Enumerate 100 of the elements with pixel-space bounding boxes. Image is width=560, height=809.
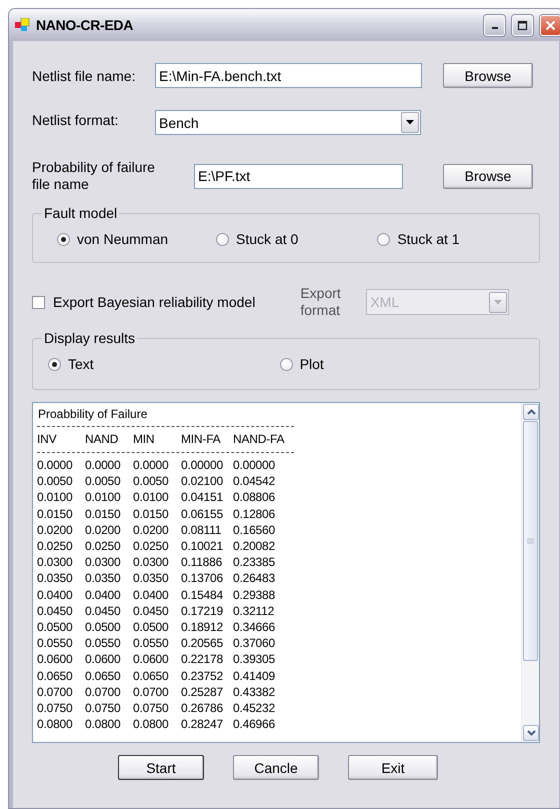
table-cell-text: 0.06155: [181, 506, 224, 522]
radio-label: Stuck at 1: [397, 231, 460, 247]
table-cell-text: 0.17219: [181, 602, 224, 620]
table-cell-text: 0.0450: [85, 602, 122, 620]
radio-button[interactable]: [48, 358, 61, 370]
window-title: NANO-CR-EDA: [36, 17, 134, 33]
input-field[interactable]: E:\PF.txt: [194, 164, 403, 188]
table-cell-text: 0.0000: [85, 457, 122, 474]
table-cell-text: 0.0700: [85, 684, 122, 700]
table-cell-text: 0.0300: [133, 554, 170, 570]
table-cell-text: 0.22178: [181, 651, 224, 668]
table-cell-text: 0.0800: [85, 716, 122, 732]
table-cell-text: 0.0600: [85, 651, 122, 668]
radio-button[interactable]: [216, 232, 230, 246]
radio-button[interactable]: [280, 358, 293, 370]
table-cell-text: 0.0450: [133, 602, 170, 620]
table-cell-text: 0.26483: [233, 570, 276, 587]
column-header: NAND-FA: [233, 431, 286, 447]
table-cell-text: 0.0050: [85, 473, 122, 490]
radio-button[interactable]: [57, 232, 70, 246]
table-cell-text: 0.43382: [233, 684, 276, 700]
table-cell-text: 0.0500: [133, 619, 170, 636]
exit-button[interactable]: Exit: [348, 755, 438, 780]
table-cell-text: 0.34666: [233, 619, 276, 636]
table-cell-text: 0.0250: [85, 538, 122, 554]
table-cell-text: 0.0550: [37, 635, 74, 652]
table-cell-text: 0.0000: [133, 457, 170, 474]
table-cell-text: 0.45232: [233, 700, 276, 716]
table-cell-text: 0.0200: [37, 522, 74, 538]
table-cell-text: 0.11886: [181, 554, 224, 570]
scroll-down-icon[interactable]: [523, 725, 539, 741]
table-cell-text: 0.0100: [85, 489, 122, 506]
table-cell-text: 0.0700: [37, 684, 74, 700]
table-cell-text: 0.18912: [181, 619, 224, 636]
table-cell-text: 0.46966: [233, 716, 276, 732]
table-cell-text: 0.0150: [85, 506, 122, 522]
table-cell-text: 0.28247: [181, 716, 224, 732]
table-cell-text: 0.0100: [37, 489, 74, 506]
table-cell-text: 0.08111: [181, 522, 222, 538]
table-cell-text: 0.26786: [181, 700, 224, 716]
cancel-button[interactable]: Cancle: [233, 755, 319, 780]
start-button[interactable]: Start: [118, 755, 204, 780]
column-header: MIN: [133, 431, 156, 447]
field-label: Netlist format:: [32, 112, 120, 128]
radio-button[interactable]: [377, 232, 390, 246]
table-cell-text: 0.0600: [37, 651, 74, 668]
browse-button[interactable]: Browse: [443, 63, 533, 88]
maximize-icon: [517, 20, 528, 30]
table-cell-text: 0.20082: [233, 538, 276, 554]
table-cell-text: 0.0100: [133, 489, 170, 506]
radio-label: Text: [68, 356, 94, 372]
output-title: Proabbility of Failure: [38, 407, 148, 421]
maximize-button[interactable]: [512, 14, 533, 36]
table-cell-text: 0.23752: [181, 668, 224, 684]
checkbox-label: Export Bayesian reliability model: [53, 294, 256, 310]
column-header: MIN-FA: [181, 431, 222, 447]
table-cell-text: 0.0750: [133, 700, 170, 716]
table-cell-text: 0.29388: [233, 586, 276, 603]
table-cell-text: 0.0300: [37, 554, 74, 570]
field-label: Export format: [300, 285, 342, 319]
table-cell-text: 0.0700: [133, 684, 170, 700]
minimize-button[interactable]: [484, 14, 505, 36]
table-cell-text: 0.0000: [37, 457, 74, 474]
format-dropdown[interactable]: Bench: [155, 110, 421, 135]
scrollbar[interactable]: [521, 403, 539, 742]
scroll-up-icon[interactable]: [523, 404, 539, 420]
output-text-area[interactable]: [32, 402, 540, 743]
table-cell-text: 0.08806: [233, 489, 276, 506]
table-cell-text: 0.0550: [133, 635, 170, 652]
radio-label: Plot: [300, 356, 324, 372]
table-cell-text: 0.10021: [181, 538, 224, 554]
app-icon: [15, 18, 31, 32]
table-cell-text: 0.0800: [37, 716, 74, 732]
table-cell-text: 0.0350: [85, 570, 122, 587]
radio-label: Stuck at 0: [236, 231, 298, 247]
table-cell-text: 0.41409: [233, 668, 276, 684]
table-cell-text: 0.16560: [233, 522, 276, 538]
table-cell-text: 0.0650: [133, 668, 170, 684]
checkbox[interactable]: [32, 296, 45, 308]
field-label: Probability of failure file name: [32, 159, 156, 193]
table-cell-text: 0.0400: [133, 586, 170, 603]
scroll-thumb[interactable]: [523, 421, 538, 661]
group-title: Display results: [43, 330, 136, 346]
table-cell-text: 0.0250: [133, 538, 170, 554]
table-cell-text: 0.0200: [133, 522, 170, 538]
table-cell-text: 0.0500: [37, 619, 74, 636]
column-header: INV: [37, 431, 58, 447]
close-icon: [545, 20, 556, 30]
table-cell-text: 0.0650: [85, 668, 122, 684]
table-cell-text: 0.02100: [181, 473, 224, 490]
field-label: Netlist file name:: [32, 68, 136, 84]
table-cell-text: 0.15484: [181, 586, 224, 603]
input-field[interactable]: E:\Min-FA.bench.txt: [155, 63, 422, 88]
table-cell-text: 0.39305: [233, 651, 276, 668]
table-cell-text: 0.0650: [37, 668, 74, 684]
close-button[interactable]: [540, 14, 560, 36]
table-cell-text: 0.25287: [181, 684, 224, 700]
browse-button[interactable]: Browse: [443, 164, 533, 188]
table-cell-text: 0.0400: [85, 586, 122, 603]
column-header: NAND: [85, 431, 120, 447]
